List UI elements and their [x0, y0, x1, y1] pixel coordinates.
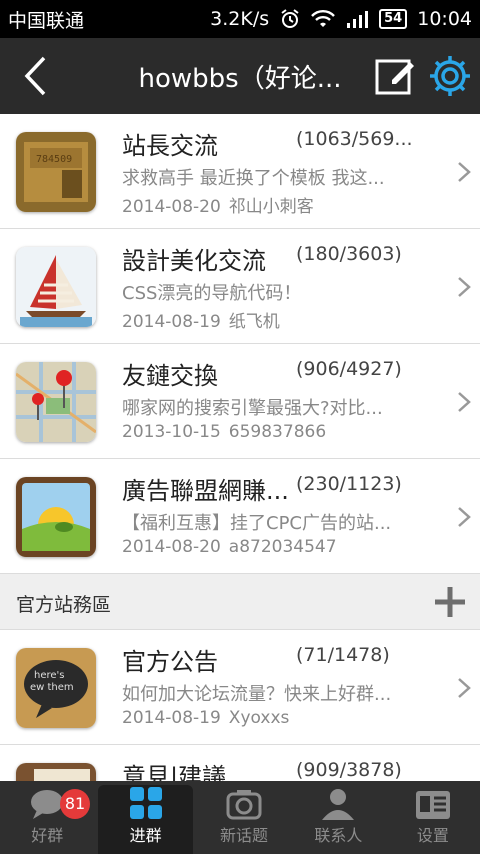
tab-label: 设置 — [416, 826, 449, 845]
tab-label: 联系人 — [314, 826, 363, 845]
post-date: 2014-08-20 — [122, 537, 221, 557]
svg-text:784509: 784509 — [36, 154, 72, 165]
map-pin-icon — [16, 362, 96, 442]
back-button[interactable] — [0, 38, 70, 114]
forum-last-post: 哪家网的搜索引擎最强大?对比... — [122, 398, 383, 419]
bottom-tab-bar: 好群 81 进群 新话题 联系人 设置 — [0, 781, 480, 854]
tab-label: 好群 — [31, 826, 64, 845]
post-author: Xyoxxs — [228, 708, 290, 728]
status-right: 3.2K/s 54 10:04 — [210, 8, 472, 30]
notebook-icon — [16, 763, 96, 781]
compose-button[interactable] — [374, 54, 418, 98]
person-icon — [322, 789, 355, 820]
forum-name: 官方公告 — [122, 648, 218, 676]
settings-button[interactable] — [426, 52, 474, 100]
forum-count: (909/3878) — [296, 759, 402, 781]
forum-name: 意見|建議 — [122, 763, 227, 781]
chevron-right-icon — [458, 392, 471, 412]
gear-icon — [430, 56, 470, 96]
network-speed: 3.2K/s — [210, 8, 270, 30]
post-date: 2014-08-19 — [122, 312, 221, 332]
alarm-icon — [281, 9, 299, 28]
forum-row[interactable]: here's ew them 官方公告 (71/1478) 如何加大论坛流量？快来… — [0, 630, 480, 745]
status-bar: 中国联通 3.2K/s 54 10:04 — [0, 0, 480, 38]
chevron-right-icon — [458, 162, 471, 182]
app-header: howbbs（好论... — [0, 38, 480, 114]
post-date: 2014-08-20 — [122, 197, 221, 217]
svg-text:ew them: ew them — [30, 682, 74, 693]
tab-settings[interactable]: 设置 — [386, 781, 480, 854]
forum-name: 站長交流 — [122, 132, 218, 160]
forum-row[interactable]: 友鏈交換 (906/4927) 哪家网的搜索引擎最强大?对比... 2013-1… — [0, 344, 480, 459]
post-date: 2013-10-15 — [122, 422, 221, 442]
forum-last-post: 求救高手 最近换了个模板 我这... — [122, 168, 385, 189]
signal-icon — [347, 11, 369, 28]
clock: 10:04 — [417, 8, 472, 30]
tab-join-group[interactable]: 进群 — [98, 785, 193, 854]
tab-contacts[interactable]: 联系人 — [291, 781, 385, 854]
forum-row[interactable]: 廣告聯盟網賺... (230/1123) 【福利互惠】挂了CPC广告的站... … — [0, 459, 480, 574]
forum-name: 設計美化交流 — [122, 247, 266, 275]
chevron-right-icon — [458, 277, 471, 297]
wifi-icon — [311, 10, 336, 27]
forum-meta: 2014-08-20 祁山小刺客 — [122, 192, 314, 217]
battery-indicator: 54 — [379, 9, 408, 29]
post-author: 祁山小刺客 — [228, 197, 314, 217]
forum-name: 友鏈交換 — [122, 362, 218, 390]
forum-count: (180/3603) — [296, 243, 402, 265]
forum-meta: 2014-08-19 纸飞机 — [122, 307, 280, 332]
forum-count: (71/1478) — [296, 644, 390, 666]
edit-icon — [375, 59, 414, 95]
chevron-right-icon — [458, 507, 471, 527]
stamp-icon: 784509 — [16, 132, 96, 212]
forum-count: (1063/569... — [296, 128, 413, 150]
forum-meta: 2014-08-20 a872034547 — [122, 537, 337, 557]
unread-badge: 81 — [60, 789, 90, 819]
post-date: 2014-08-19 — [122, 708, 221, 728]
section-label: 官方站務區 — [16, 594, 112, 616]
speech-bubble-icon: here's ew them — [16, 648, 96, 728]
tab-groups[interactable]: 好群 81 — [0, 781, 94, 854]
forum-last-post: 如何加大论坛流量？快来上好群... — [122, 684, 392, 705]
forum-meta: 2014-08-19 Xyoxxs — [122, 708, 289, 728]
id-card-icon — [415, 791, 450, 819]
tab-label: 进群 — [129, 826, 162, 845]
sunrise-icon — [16, 477, 96, 557]
post-author: 纸飞机 — [228, 312, 280, 332]
forum-count: (230/1123) — [296, 473, 402, 495]
camera-icon — [226, 790, 262, 820]
forum-list: 784509 站長交流 (1063/569... 求救高手 最近换了个模板 我这… — [0, 114, 480, 781]
carrier-label: 中国联通 — [8, 9, 85, 32]
forum-row[interactable]: 784509 站長交流 (1063/569... 求救高手 最近换了个模板 我这… — [0, 114, 480, 229]
chevron-right-icon — [458, 678, 471, 698]
forum-last-post: CSS漂亮的导航代码！ — [122, 283, 302, 304]
grid-icon — [129, 787, 162, 819]
sailboat-icon — [16, 247, 96, 327]
tab-new-topics[interactable]: 新话题 — [197, 781, 291, 854]
section-header: 官方站務區 — [0, 574, 480, 630]
forum-row[interactable]: 意見|建議 (909/3878) — [0, 745, 480, 781]
forum-name: 廣告聯盟網賺... — [122, 477, 289, 505]
forum-last-post: 【福利互惠】挂了CPC广告的站... — [122, 513, 392, 534]
post-author: 659837866 — [228, 422, 327, 442]
forum-count: (906/4927) — [296, 358, 402, 380]
svg-text:here's: here's — [34, 670, 65, 681]
chevron-left-icon — [24, 56, 46, 96]
post-author: a872034547 — [228, 537, 337, 557]
tab-label: 新话题 — [220, 826, 269, 845]
forum-meta: 2013-10-15 659837866 — [122, 422, 326, 442]
forum-row[interactable]: 設計美化交流 (180/3603) CSS漂亮的导航代码！ 2014-08-19… — [0, 229, 480, 344]
plus-icon[interactable] — [432, 584, 468, 620]
